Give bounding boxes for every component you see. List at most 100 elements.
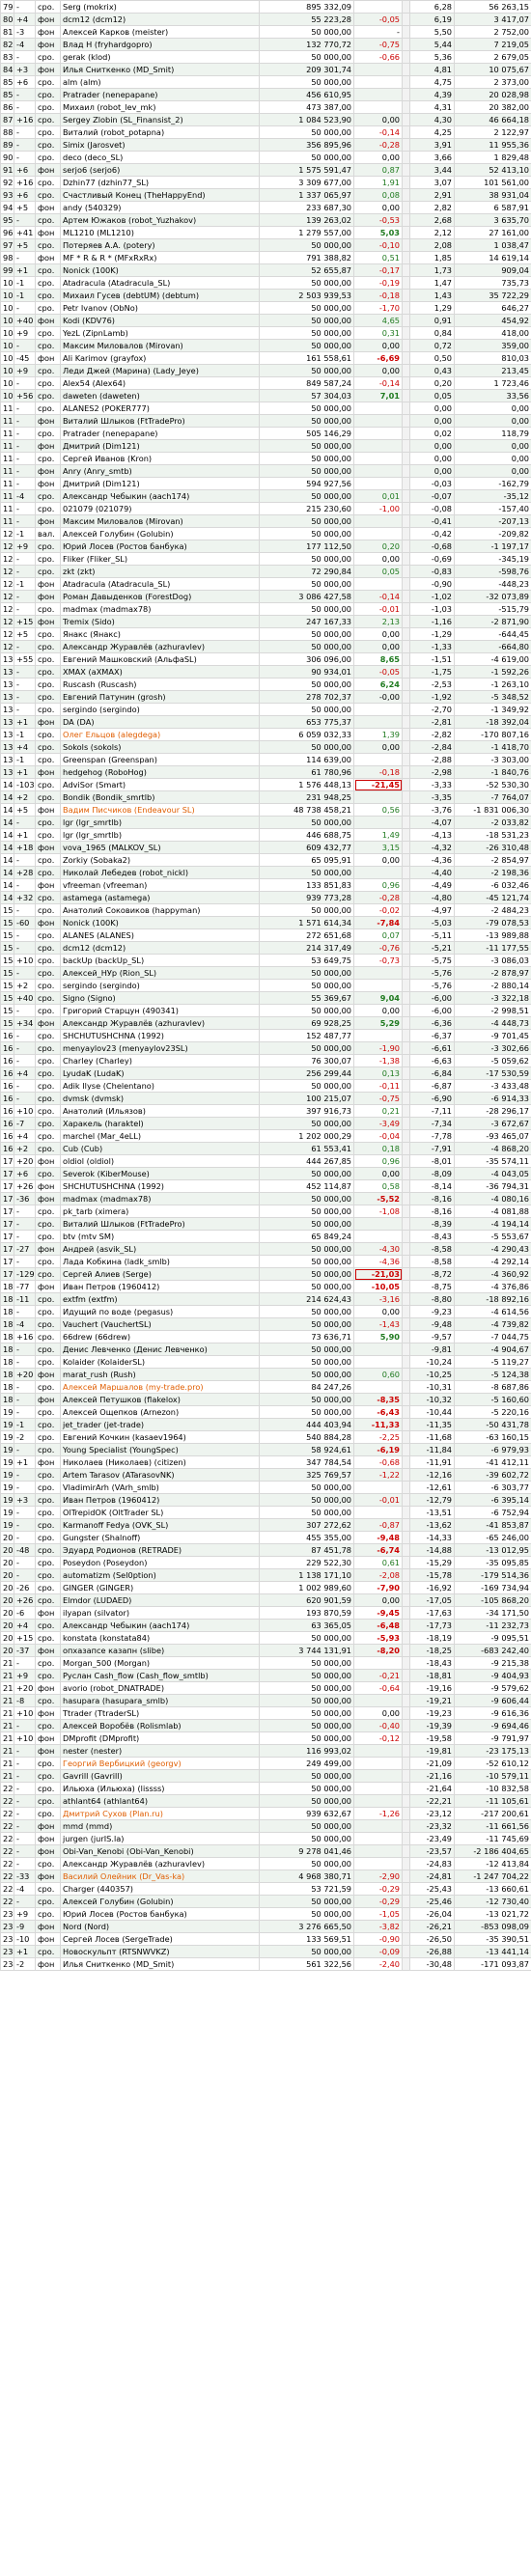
participant-link[interactable]: Poseydon (Poseydon) xyxy=(63,1558,147,1567)
participant-link[interactable]: Николай Лебедев (robot_nickl) xyxy=(63,868,188,877)
participant-link[interactable]: ALANES2 (POKER777) xyxy=(63,403,150,413)
participant-link[interactable]: Pratrader (nenepapane) xyxy=(63,429,157,438)
participant-link[interactable]: Ttrader (TtraderSL) xyxy=(63,1708,139,1718)
participant-link[interactable]: Morgan_500 (Morgan) xyxy=(63,1658,150,1668)
participant-link[interactable]: Elmdor (LUDAED) xyxy=(63,1595,131,1605)
participant-link[interactable]: Sergey Zlobin (SL_Finansist_2) xyxy=(63,115,183,125)
participant-link[interactable]: Иван Петров (1960412) xyxy=(63,1282,159,1291)
participant-link[interactable]: Эдуард Родионов (RETRADE) xyxy=(63,1545,182,1555)
participant-link[interactable]: Дмитрий Сухов (Plan.ru) xyxy=(63,1809,163,1818)
participant-link[interactable]: Виталий (robot_potapna) xyxy=(63,127,164,137)
participant-link[interactable]: Алексей_НУр (Rion_SL) xyxy=(63,968,156,978)
participant-link[interactable]: Atadracula (Atadracula_SL) xyxy=(63,278,170,288)
participant-link[interactable]: Алексей Голубин (Golubin) xyxy=(63,1897,174,1906)
participant-link[interactable]: Nonick (100K) xyxy=(63,265,119,275)
participant-link[interactable]: Сергей Иванов (Kron) xyxy=(63,454,152,463)
participant-link[interactable]: Юрий Лосев (Ростов банбука) xyxy=(63,1909,187,1919)
participant-link[interactable]: marchel (Mar_4eLL) xyxy=(63,1131,141,1141)
participant-link[interactable]: LyudaK (LudaK) xyxy=(63,1068,125,1078)
participant-link[interactable]: backUp (backUp_SL) xyxy=(63,956,144,965)
participant-link[interactable]: Александр Журавлёв (azhuravlev) xyxy=(63,642,205,651)
participant-link[interactable]: Евгений Патунин (grosh) xyxy=(63,692,166,702)
participant-link[interactable]: ML1210 (ML1210) xyxy=(63,228,134,237)
participant-link[interactable]: Василий Олейник (Dr_Vas-ka) xyxy=(63,1871,184,1881)
participant-link[interactable]: avorio (robot_DNATRADE) xyxy=(63,1683,164,1693)
participant-link[interactable]: Gungster (Shalnoff) xyxy=(63,1533,140,1542)
participant-link[interactable]: jet_trader (jet-trade) xyxy=(63,1420,144,1429)
participant-link[interactable]: Young Specialist (YoungSpec) xyxy=(63,1445,179,1454)
participant-link[interactable]: Виталий Шлыков (FtTradePro) xyxy=(63,1219,185,1229)
participant-link[interactable]: Алексей Ощепков (Arnezon) xyxy=(63,1407,179,1417)
participant-link[interactable]: Счастливый Конец (TheHappyEnd) xyxy=(63,190,206,200)
participant-link[interactable]: Руслан Cash_flow (Cash_flow_smtlb) xyxy=(63,1671,209,1680)
participant-link[interactable]: Алексей Голубин (Golubin) xyxy=(63,529,174,539)
participant-link[interactable]: madmax (madmax78) xyxy=(63,1194,151,1204)
participant-link[interactable]: Илья Сниткенко (MD_Smit) xyxy=(63,1959,174,1969)
participant-link[interactable]: Ильюха (Ильюха) (lissss) xyxy=(63,1784,164,1793)
participant-link[interactable]: Андрей (asvik_SL) xyxy=(63,1244,136,1254)
participant-link[interactable]: Obi-Van_Kenobi (Obi-Van_Kenobi) xyxy=(63,1846,194,1856)
participant-link[interactable]: AdviSor (Smart) xyxy=(63,780,126,789)
participant-link[interactable]: marat_rush (Rush) xyxy=(63,1370,136,1379)
participant-link[interactable]: Kolaider (KolaiderSL) xyxy=(63,1357,145,1367)
participant-link[interactable]: Petr Ivanov (ObNo) xyxy=(63,303,138,313)
participant-link[interactable]: Алексей Воробёв (Rolismlab) xyxy=(63,1721,182,1731)
participant-link[interactable]: Иван Петров (1960412) xyxy=(63,1495,159,1505)
participant-link[interactable]: Виталий Шлыков (FtTradePro) xyxy=(63,416,185,426)
participant-link[interactable]: sergindo (sergindo) xyxy=(63,705,140,714)
participant-link[interactable]: Роман Давыденков (ForestDog) xyxy=(63,592,191,601)
participant-link[interactable]: Новоскульпт (RTSNWVKZ) xyxy=(63,1947,170,1956)
participant-link[interactable]: Алексей Петушков (flakelox) xyxy=(63,1395,181,1404)
participant-link[interactable]: dcm12 (dcm12) xyxy=(63,943,126,953)
participant-link[interactable]: jurgen (jurIS.la) xyxy=(63,1834,124,1843)
participant-link[interactable]: Максим Миловалов (Mirovan) xyxy=(63,341,183,350)
participant-link[interactable]: pk_tarb (ximera) xyxy=(63,1206,128,1216)
participant-link[interactable]: astamega (astamega) xyxy=(63,893,150,902)
participant-link[interactable]: Bondik (Bondik_smrtlb) xyxy=(63,792,154,802)
participant-link[interactable]: Greenspan (Greenspan) xyxy=(63,755,157,764)
participant-link[interactable]: Влад Н (fryhardgopro) xyxy=(63,40,153,49)
participant-link[interactable]: Vauchert (VauchertSL) xyxy=(63,1319,152,1329)
participant-link[interactable]: Karmanoff Fedya (OVK_SL) xyxy=(63,1520,168,1530)
participant-link[interactable]: Александр Чебыкин (aach174) xyxy=(63,1620,189,1630)
participant-link[interactable]: Ali Karimov (grayfox) xyxy=(63,353,146,363)
participant-link[interactable]: Михаил Гусев (debtUM) (debtum) xyxy=(63,291,199,300)
participant-link[interactable]: DA (DA) xyxy=(63,717,95,727)
participant-link[interactable]: Anry (Anry_smtb) xyxy=(63,466,132,476)
participant-link[interactable]: VladimirArh (VArh_smlb) xyxy=(63,1482,159,1492)
participant-link[interactable]: Serg (mokrix) xyxy=(63,2,117,12)
participant-link[interactable]: vova_1965 (MALKOV_SL) xyxy=(63,843,161,852)
participant-link[interactable]: alm (alm) xyxy=(63,77,101,87)
participant-link[interactable]: Денис Левченко (Денис Левченко) xyxy=(63,1344,208,1354)
participant-link[interactable]: andy (540329) xyxy=(63,203,122,212)
participant-link[interactable]: Alex54 (Alex64) xyxy=(63,378,126,388)
participant-link[interactable]: Сергей Алиев (Serge) xyxy=(63,1269,152,1279)
participant-link[interactable]: Евгений Машковский (АльфаSL) xyxy=(63,654,197,664)
participant-link[interactable]: vfreeman (vfreeman) xyxy=(63,880,147,890)
participant-link[interactable]: Алексей Маршалов (my-trade.pro) xyxy=(63,1382,204,1392)
participant-link[interactable]: Nord (Nord) xyxy=(63,1922,109,1931)
participant-link[interactable]: XMAX (aXMAX) xyxy=(63,667,123,677)
participant-link[interactable]: DMprofit (DMprofit) xyxy=(63,1733,139,1743)
participant-link[interactable]: Юрий Лосев (Ростов банбука) xyxy=(63,541,187,551)
participant-link[interactable]: Алексей Карков (meister) xyxy=(63,27,168,37)
participant-link[interactable]: Идущий по воде (pegasus) xyxy=(63,1307,173,1316)
participant-link[interactable]: SHCHUTUSHCHNA (1992) xyxy=(63,1031,164,1040)
participant-link[interactable]: Nonick (100K) xyxy=(63,918,119,928)
participant-link[interactable]: deco (deco_SL) xyxy=(63,152,123,162)
participant-link[interactable]: Atadracula (Atadracula_SL) xyxy=(63,579,170,589)
participant-link[interactable]: lgr (lgr_smrtlb) xyxy=(63,817,122,827)
participant-link[interactable]: Дмитрий (Dim121) xyxy=(63,441,140,451)
participant-link[interactable]: Dzhin77 (dzhin77_SL) xyxy=(63,178,149,187)
participant-link[interactable]: lgr (lgr_smrtlb) xyxy=(63,830,122,840)
participant-link[interactable]: Илья Сниткенко (MD_Smit) xyxy=(63,65,174,74)
participant-link[interactable]: hasupara (hasupara_smlb) xyxy=(63,1696,168,1705)
participant-link[interactable]: Анатолий Соковиков (happyman) xyxy=(63,905,200,915)
participant-link[interactable]: konstata (konstata84) xyxy=(63,1633,150,1643)
participant-link[interactable]: automatizm (Sel0ption) xyxy=(63,1570,156,1580)
participant-link[interactable]: Gavrill (Gavrill) xyxy=(63,1771,123,1781)
participant-link[interactable]: Severok (KiberMouse) xyxy=(63,1169,150,1178)
participant-link[interactable]: Александр Журавлёв (azhuravlev) xyxy=(63,1018,205,1028)
participant-link[interactable]: zkt (zkt) xyxy=(63,567,96,576)
participant-link[interactable]: Ruscash (Ruscash) xyxy=(63,679,137,689)
